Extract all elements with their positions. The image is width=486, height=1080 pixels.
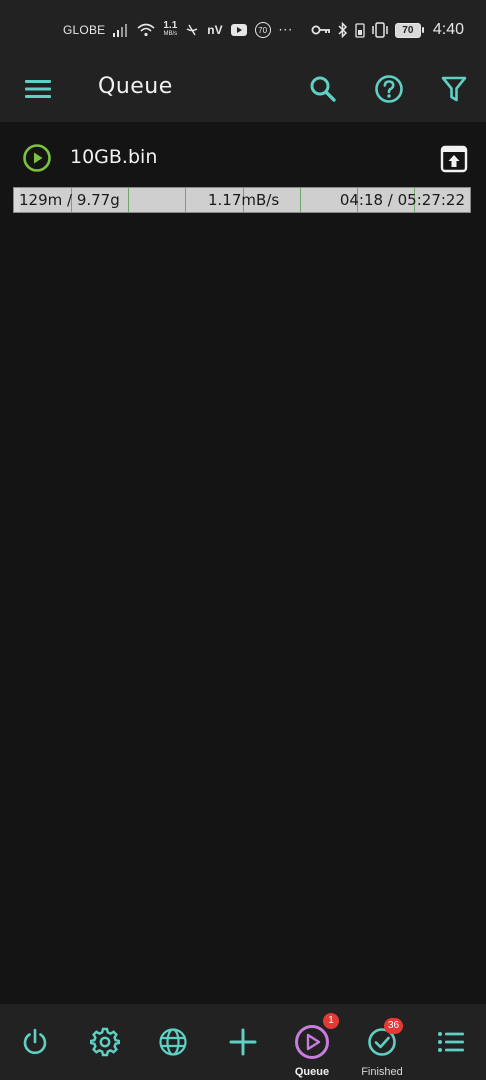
vibrate-hand-icon xyxy=(186,24,198,36)
nav-queue-label: Queue xyxy=(294,1066,330,1078)
search-button[interactable] xyxy=(303,69,343,109)
nav-browser[interactable] xyxy=(143,1004,203,1080)
carrier-label: GLOBE xyxy=(63,23,106,37)
move-to-top-button[interactable] xyxy=(438,143,470,175)
power-icon xyxy=(23,1028,47,1055)
help-button[interactable] xyxy=(369,69,409,109)
download-item[interactable]: 10GB.bin 129m / 9.77g 1.17mB/s 04:18 / 0… xyxy=(0,122,486,222)
filter-icon xyxy=(441,76,467,102)
download-progress-bar: 129m / 9.77g 1.17mB/s 04:18 / 05:27:22 xyxy=(13,187,471,213)
net-speed-unit: MB/s xyxy=(163,31,178,37)
resume-button[interactable] xyxy=(22,143,52,173)
plus-icon xyxy=(229,1028,257,1056)
queue-badge: 1 xyxy=(323,1013,339,1029)
nav-finished[interactable]: 36 Finished xyxy=(352,1004,412,1080)
wifi-icon xyxy=(137,23,155,37)
nav-add[interactable] xyxy=(213,1004,273,1080)
signal-icon xyxy=(113,24,128,37)
status-left: GLOBE 1.1 MB/s nV 70 ··· xyxy=(63,20,293,40)
menu-icon xyxy=(25,80,51,98)
clock: 4:40 xyxy=(432,21,464,38)
data-saver-icon: 70 xyxy=(254,22,271,38)
play-circle-icon xyxy=(295,1025,329,1059)
segment-divider xyxy=(185,188,186,212)
vibrate-icon xyxy=(372,22,388,38)
download-time: 04:18 / 05:27:22 xyxy=(339,191,465,209)
finished-badge: 36 xyxy=(384,1018,404,1034)
status-right: 70 4:40 xyxy=(311,20,464,40)
play-circle-icon xyxy=(23,144,51,172)
nv-indicator: nV xyxy=(207,23,223,37)
move-to-top-icon xyxy=(440,145,468,173)
sim-battery-icon xyxy=(355,23,365,38)
segment-divider xyxy=(300,188,301,212)
globe-icon xyxy=(159,1028,187,1056)
bluetooth-icon xyxy=(338,22,347,38)
bottom-nav: 1 Queue 36 Finished xyxy=(0,1004,486,1080)
key-icon xyxy=(311,25,330,35)
more-notifications-icon: ··· xyxy=(278,23,294,37)
nav-settings[interactable] xyxy=(75,1004,135,1080)
gear-icon xyxy=(90,1027,120,1057)
menu-button[interactable] xyxy=(18,69,58,109)
search-icon xyxy=(310,76,336,102)
battery-icon: 70 xyxy=(394,22,424,38)
segment-divider xyxy=(128,188,129,212)
app-bar: Queue xyxy=(0,56,486,122)
downloaded-size: 129m / 9.77g xyxy=(19,191,120,209)
nav-list[interactable] xyxy=(421,1004,481,1080)
nav-queue[interactable]: 1 Queue xyxy=(282,1004,342,1080)
download-speed: 1.17mB/s xyxy=(208,191,280,209)
nav-finished-label: Finished xyxy=(361,1066,403,1078)
page-title: Queue xyxy=(98,74,173,99)
net-speed: 1.1 MB/s xyxy=(163,20,178,38)
help-icon xyxy=(375,75,403,103)
net-speed-value: 1.1 xyxy=(163,20,178,31)
youtube-icon xyxy=(230,24,247,36)
nav-power[interactable] xyxy=(5,1004,65,1080)
download-filename: 10GB.bin xyxy=(70,146,158,168)
filter-button[interactable] xyxy=(434,69,474,109)
list-icon xyxy=(438,1032,464,1052)
status-bar: GLOBE 1.1 MB/s nV 70 ··· 70 4:40 xyxy=(0,0,486,56)
queue-list: 10GB.bin 129m / 9.77g 1.17mB/s 04:18 / 0… xyxy=(0,122,486,1004)
